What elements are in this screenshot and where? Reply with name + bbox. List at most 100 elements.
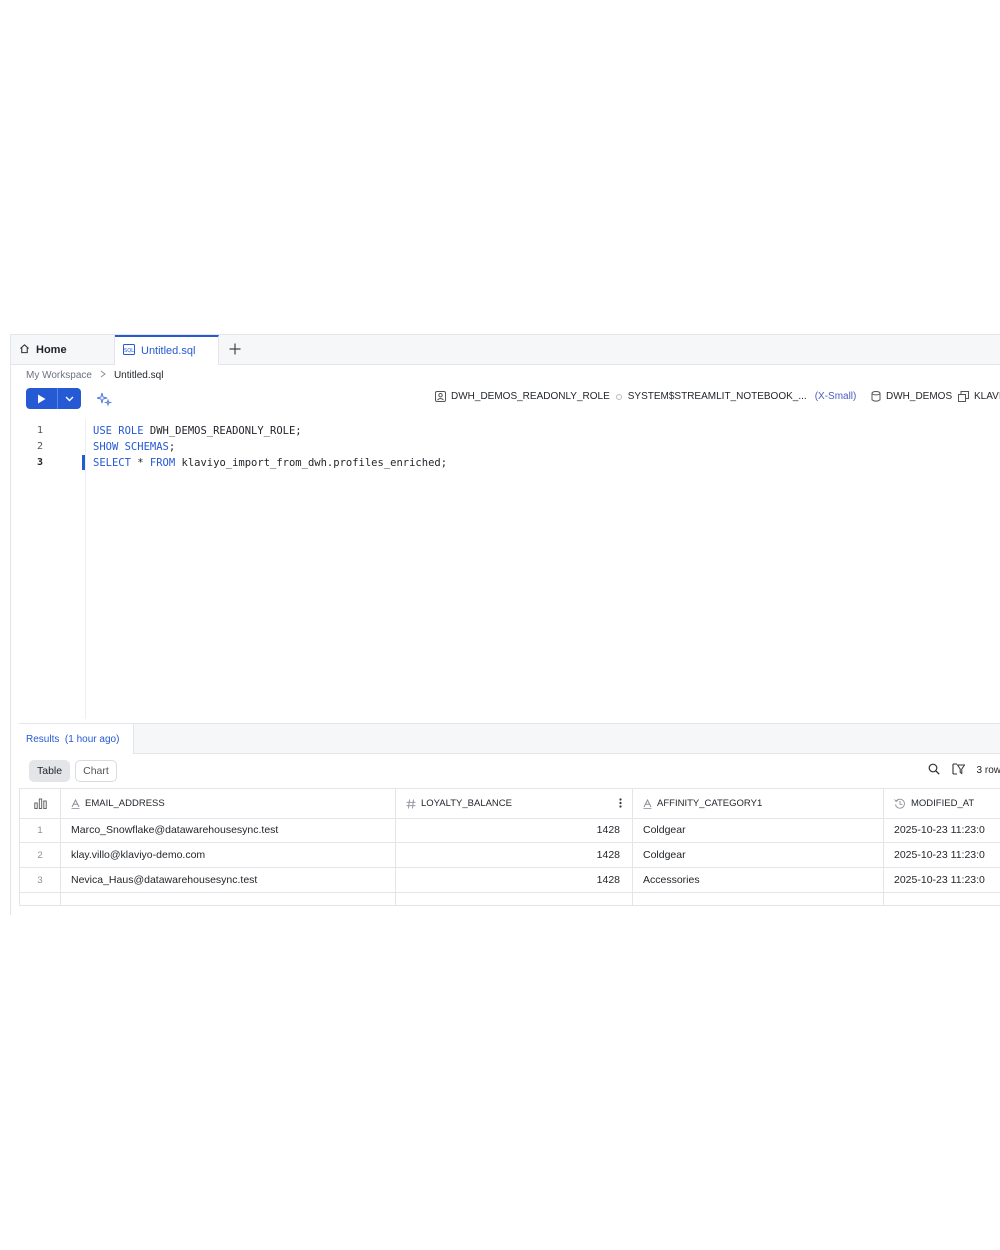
column-header-label: AFFINITY_CATEGORY1	[657, 798, 763, 809]
cell-modified-at[interactable]: 2025-10-23 11:23:0	[884, 843, 1000, 867]
home-icon	[19, 343, 30, 357]
results-panel: Results (1 hour ago) Table Chart 3 row E…	[19, 723, 1000, 915]
table-row[interactable]: 3 Nevica_Haus@datawarehousesync.test 142…	[19, 868, 1000, 893]
column-header-loyalty-balance[interactable]: LOYALTY_BALANCE	[396, 789, 633, 818]
row-count: 3 row	[976, 765, 1000, 776]
table-row[interactable]: 1 Marco_Snowflake@datawarehousesync.test…	[19, 818, 1000, 843]
timestamp-type-icon	[894, 798, 906, 810]
empty-cell	[396, 893, 633, 905]
play-icon	[38, 394, 46, 403]
line-number: 3	[37, 457, 44, 468]
column-header-modified-at[interactable]: MODIFIED_AT	[884, 789, 1000, 818]
sql-file-icon: SQL	[123, 344, 135, 358]
sql-worksheet-app: Home SQL Untitled.sql My Workspace Untit…	[10, 334, 1000, 915]
results-tab-label: Results	[26, 733, 60, 745]
column-header-label: EMAIL_ADDRESS	[85, 798, 165, 809]
sql-keyword: FROM	[149, 457, 176, 469]
column-header-label: MODIFIED_AT	[911, 798, 975, 809]
chevron-down-icon	[65, 396, 74, 401]
tab-home[interactable]: Home	[11, 335, 115, 364]
sql-keyword: USE ROLE	[93, 425, 144, 437]
number-type-icon	[406, 798, 416, 809]
cell-loyalty-balance[interactable]: 1428	[396, 818, 633, 842]
sql-text: *	[130, 457, 150, 469]
empty-cell	[19, 893, 61, 905]
run-button-group	[26, 388, 81, 409]
text-type-icon	[643, 798, 652, 809]
sql-text: DWH_DEMOS_READONLY_ROLE;	[143, 425, 302, 437]
breadcrumb-workspace[interactable]: My Workspace	[26, 370, 92, 381]
cell-affinity-category[interactable]: Coldgear	[633, 818, 884, 842]
cell-loyalty-balance[interactable]: 1428	[396, 868, 633, 892]
table-header-row: EMAIL_ADDRESS LOYALTY_BALANCE AFFINITY_C…	[19, 788, 1000, 819]
table-view-button[interactable]: Table	[29, 760, 71, 782]
tab-untitled-sql[interactable]: SQL Untitled.sql	[115, 335, 219, 365]
breadcrumb: My Workspace Untitled.sql	[26, 370, 163, 381]
sparkle-ai-icon[interactable]	[96, 391, 113, 407]
tab-untitled-sql-label: Untitled.sql	[141, 345, 196, 357]
text-type-icon	[71, 798, 80, 809]
role-warehouse-selector[interactable]: DWH_DEMOS_READONLY_ROLE SYSTEM$STREAMLIT…	[435, 391, 856, 402]
separator-dot	[615, 393, 622, 400]
results-tools: 3 row	[928, 763, 1000, 778]
column-header-email[interactable]: EMAIL_ADDRESS	[61, 789, 396, 818]
table-empty-row	[19, 893, 1000, 906]
sql-editor[interactable]: 1 2 3 USE ROLE DWH_DEMOS_READONLY_ROLE; …	[11, 419, 1000, 719]
cell-email[interactable]: klay.villo@klaviyo-demo.com	[61, 843, 396, 867]
line-number: 2	[37, 441, 44, 452]
tab-strip: Home SQL Untitled.sql	[11, 335, 1000, 365]
cell-loyalty-balance[interactable]: 1428	[396, 843, 633, 867]
chevron-right-icon	[100, 370, 106, 381]
database-icon	[871, 391, 881, 402]
results-tab-bar: Results (1 hour ago)	[19, 723, 1000, 754]
code-line[interactable]: SHOW SCHEMAS;	[93, 441, 175, 453]
cell-email[interactable]: Marco_Snowflake@datawarehousesync.test	[61, 818, 396, 842]
tab-home-label: Home	[36, 343, 67, 356]
line-number-gutter: 1 2 3	[11, 419, 86, 719]
run-button[interactable]	[26, 388, 57, 409]
filter-columns-icon[interactable]	[951, 763, 965, 778]
row-number: 2	[19, 843, 61, 867]
cell-modified-at[interactable]: 2025-10-23 11:23:0	[884, 868, 1000, 892]
column-header-affinity-category[interactable]: AFFINITY_CATEGORY1	[633, 789, 884, 818]
breadcrumb-file: Untitled.sql	[113, 370, 164, 381]
empty-cell	[61, 893, 396, 905]
cell-email[interactable]: Nevica_Haus@datawarehousesync.test	[61, 868, 396, 892]
sql-text: ;	[168, 441, 176, 453]
schema-selector[interactable]: KLAVI	[958, 391, 1000, 402]
plus-icon	[229, 343, 241, 355]
table-row[interactable]: 2 klay.villo@klaviyo-demo.com 1428 Coldg…	[19, 843, 1000, 868]
row-number: 1	[19, 818, 61, 842]
cell-affinity-category[interactable]: Accessories	[633, 868, 884, 892]
view-toggle: Table Chart	[29, 760, 117, 782]
tab-results[interactable]: Results (1 hour ago)	[19, 724, 134, 754]
database-selector[interactable]: DWH_DEMOS	[871, 391, 952, 402]
add-tab-button[interactable]	[225, 339, 245, 359]
sql-keyword: SELECT	[93, 457, 131, 469]
row-number: 3	[19, 868, 61, 892]
warehouse-size: (X-Small)	[814, 391, 857, 402]
more-options-icon[interactable]	[619, 798, 622, 811]
code-line[interactable]: SELECT * FROM klaviyo_import_from_dwh.pr…	[93, 457, 447, 469]
schema-icon	[958, 391, 969, 402]
warehouse-name: SYSTEM$STREAMLIT_NOTEBOOK_...	[627, 391, 807, 402]
code-line[interactable]: USE ROLE DWH_DEMOS_READONLY_ROLE;	[93, 425, 302, 437]
line-number: 1	[37, 425, 44, 436]
role-name: DWH_DEMOS_READONLY_ROLE	[451, 391, 610, 402]
chart-view-button[interactable]: Chart	[75, 760, 117, 782]
search-icon[interactable]	[928, 763, 940, 778]
database-name: DWH_DEMOS	[886, 391, 953, 402]
sql-keyword: SHOW SCHEMAS	[93, 441, 169, 453]
cell-modified-at[interactable]: 2025-10-23 11:23:0	[884, 818, 1000, 842]
column-stats-icon[interactable]	[19, 789, 61, 818]
run-options-dropdown[interactable]	[57, 388, 81, 409]
schema-name: KLAVI	[974, 391, 1000, 402]
column-header-label: LOYALTY_BALANCE	[421, 798, 512, 809]
svg-text:SQL: SQL	[124, 348, 134, 354]
empty-cell	[884, 893, 1000, 905]
cell-affinity-category[interactable]: Coldgear	[633, 843, 884, 867]
results-tab-time: (1 hour ago)	[64, 733, 120, 745]
empty-cell	[633, 893, 884, 905]
role-icon	[435, 391, 446, 402]
sql-text: klaviyo_import_from_dwh.profiles_enriche…	[175, 457, 448, 469]
